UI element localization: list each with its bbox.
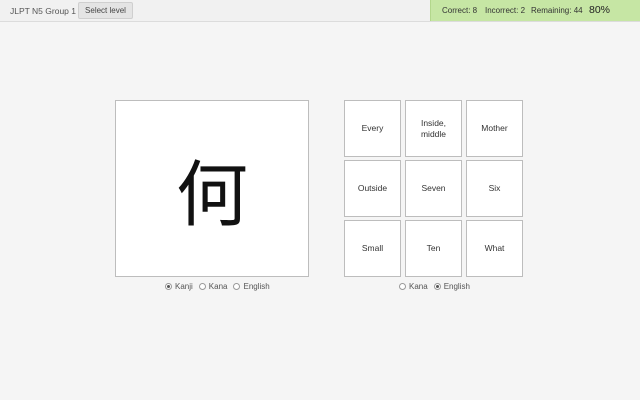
radio-label: English xyxy=(243,281,270,291)
radio-option-english[interactable]: English xyxy=(233,281,270,291)
correct-count: Correct: 8 xyxy=(442,6,478,15)
answer-choice[interactable]: Inside, middle xyxy=(405,100,462,157)
answer-display-options: Kana English xyxy=(399,280,476,292)
answer-choice[interactable]: Seven xyxy=(405,160,462,217)
radio-option-kana[interactable]: Kana xyxy=(399,282,428,291)
radio-label: Kana xyxy=(409,281,428,291)
page-title: JLPT N5 Group 1 xyxy=(10,6,76,16)
answer-choice[interactable]: Ten xyxy=(405,220,462,277)
answer-choice[interactable]: Small xyxy=(344,220,401,277)
radio-label: Kana xyxy=(208,281,228,291)
radio-option-kana[interactable]: Kana xyxy=(198,281,228,291)
remaining-count: Remaining: 44 xyxy=(531,6,583,15)
answer-choice[interactable]: What xyxy=(466,220,523,277)
radio-label: English xyxy=(443,281,470,291)
radio-button[interactable] xyxy=(165,282,172,290)
stats-panel: Correct: 8 Incorrect: 2 Remaining: 44 80… xyxy=(430,0,640,21)
answer-choice[interactable]: Outside xyxy=(344,160,401,217)
question-kanji: 何 xyxy=(175,153,248,237)
top-bar: JLPT N5 Group 1 Select level Correct: 8 … xyxy=(0,0,640,22)
radio-button[interactable] xyxy=(399,282,406,290)
question-display-options: Kanji Kana English xyxy=(165,280,276,292)
select-level-button[interactable]: Select level xyxy=(78,2,133,19)
question-card: 何 xyxy=(115,100,309,277)
radio-button[interactable] xyxy=(233,282,241,290)
radio-button[interactable] xyxy=(433,282,441,290)
score-percent: 80% xyxy=(589,4,611,16)
answer-choice[interactable]: Mother xyxy=(466,100,523,157)
radio-option-english[interactable]: English xyxy=(433,281,470,291)
answer-choice[interactable]: Six xyxy=(466,160,523,217)
incorrect-count: Incorrect: 2 xyxy=(485,6,526,15)
radio-button[interactable] xyxy=(198,282,206,290)
radio-option-kanji[interactable]: Kanji xyxy=(165,282,193,291)
radio-label: Kanji xyxy=(175,281,193,291)
answer-choice[interactable]: Every xyxy=(344,100,401,157)
answer-grid: Every Inside, middle Mother Outside Seve… xyxy=(344,100,524,277)
